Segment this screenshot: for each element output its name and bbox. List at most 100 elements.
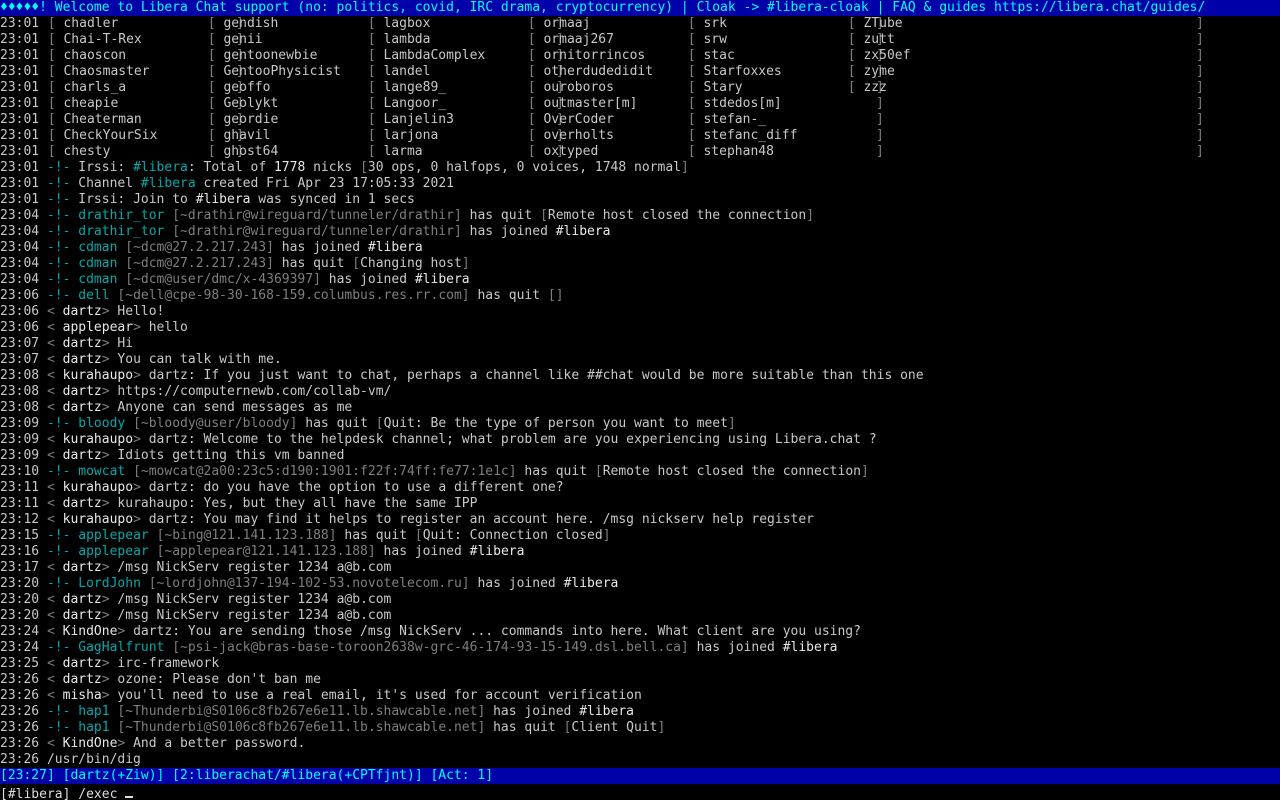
event-line: 23:06 -!- dell [~dell@cpe-98-30-168-159.… (0, 288, 1280, 304)
nick-entry[interactable]: [ geordie] (200, 112, 564, 128)
nick-entry[interactable]: [ chesty] (40, 144, 244, 160)
nick-entry[interactable]: [ LambdaComplex] (360, 48, 884, 64)
message-nick[interactable]: kurahaupo (63, 480, 133, 495)
event-text: [ (375, 416, 384, 431)
timestamp: 23:26 (0, 752, 40, 767)
nick-entry[interactable]: [ stdedos[m]] (680, 96, 840, 112)
nick-entry[interactable]: [ overholts] (520, 128, 1204, 144)
bracket: [ (680, 16, 704, 31)
bracket: [ (200, 112, 224, 127)
nick-entry[interactable]: [ srk] (680, 16, 840, 32)
message-nick[interactable]: applepear (63, 320, 133, 335)
nick-entry[interactable]: [ srw] (680, 32, 840, 48)
nick-entry[interactable]: [ genii] (200, 32, 564, 48)
event-text: [~mowcat@2a00:23c5:d190:1901:f22f:74ff:f… (133, 464, 517, 479)
nick-entry[interactable]: [ gendish] (200, 16, 564, 32)
bracket: ] (1196, 80, 1204, 95)
nick-entry[interactable]: [ ormaaj] (520, 16, 1204, 32)
timestamp: 23:01 (0, 64, 40, 79)
nick-entry[interactable]: [ lambda] (360, 32, 884, 48)
nick-entry[interactable]: [ GentooPhysicist] (200, 64, 564, 80)
nick-entry[interactable]: [ chadler] (40, 16, 244, 32)
input-line[interactable]: [#libera] /exec (0, 784, 1280, 800)
event-text: cdman (78, 256, 118, 271)
nick-entry[interactable]: [ landel] (360, 64, 884, 80)
nick-entry[interactable]: [ CheckYourSix] (40, 128, 244, 144)
nick-entry[interactable]: [ ZTube] (840, 16, 1000, 32)
nick-entry[interactable]: [ zzz] (840, 80, 1000, 96)
nick-entry[interactable]: [ ormaaj267] (520, 32, 1204, 48)
nick-entry[interactable]: [ stefanc_diff] (680, 128, 840, 144)
message-nick[interactable]: dartz (63, 448, 102, 463)
nick-entry[interactable]: [ zx50ef] (840, 48, 1000, 64)
message-nick[interactable]: dartz (63, 304, 102, 319)
nick-entry[interactable]: [ Stary] (680, 80, 840, 96)
event-text: has quit (273, 256, 353, 271)
nick-entry[interactable]: [ lange89_] (360, 80, 884, 96)
nick-entry[interactable]: [ Geolykt] (200, 96, 564, 112)
nick-entry[interactable]: [ gentoonewbie] (200, 48, 564, 64)
bracket: [ (520, 112, 544, 127)
nick-entry[interactable]: [ ornitorrincos] (520, 48, 1204, 64)
nick-entry[interactable]: [ zutt] (840, 32, 1000, 48)
nick-name: stac (703, 48, 735, 63)
nick-entry[interactable]: [ larjona] (360, 128, 884, 144)
nick-entry[interactable]: [ Lanjelin3] (360, 112, 884, 128)
nick-entry[interactable]: [ stefan-_] (680, 112, 840, 128)
timestamp: 23:01 (0, 160, 40, 175)
timestamp: 23:01 (0, 48, 40, 63)
message-nick[interactable]: kurahaupo (63, 368, 133, 383)
nick-entry[interactable]: [ chaoscon] (40, 48, 244, 64)
timestamp: 23:26 (0, 704, 40, 719)
nick-entry[interactable]: [ lagbox] (360, 16, 884, 32)
nick-entry[interactable]: [ oxtyped] (520, 144, 1204, 160)
nick-entry[interactable]: [ OverCoder] (520, 112, 1204, 128)
message-nick[interactable]: dartz (63, 400, 102, 415)
nick-entry[interactable]: [ stephan48] (680, 144, 840, 160)
event-marker: -!- (39, 192, 79, 207)
bracket: ] (1196, 64, 1204, 79)
nick-entry[interactable]: [ geoffo] (200, 80, 564, 96)
nick-entry[interactable]: [ outmaster[m]] (520, 96, 1204, 112)
timestamp: 23:12 (0, 512, 40, 527)
message-nick[interactable]: dartz (63, 560, 102, 575)
nick-entry[interactable]: [ zyme] (840, 64, 1000, 80)
nick-bracket: > (101, 560, 118, 575)
nick-entry[interactable]: [ ouroboros] (520, 80, 1204, 96)
event-text: ] (727, 416, 736, 431)
message-nick[interactable]: KindOne (63, 736, 118, 751)
message-nick[interactable]: dartz (63, 608, 102, 623)
nick-entry[interactable]: [ larma] (360, 144, 884, 160)
nick-entry[interactable]: [ charls_a] (40, 80, 244, 96)
message-nick[interactable]: KindOne (63, 624, 118, 639)
nick-name: zzz (863, 80, 887, 95)
nick-entry[interactable]: [ Chai-T-Rex] (40, 32, 244, 48)
nick-bracket: > (133, 480, 149, 495)
message-nick[interactable]: kurahaupo (63, 432, 133, 447)
message-nick[interactable]: dartz (63, 656, 102, 671)
message-nick[interactable]: dartz (63, 496, 102, 511)
bracket: ] (1196, 16, 1204, 31)
nick-entry[interactable]: [ otherdudedidit] (520, 64, 1204, 80)
message-nick[interactable]: misha (63, 688, 102, 703)
nick-entry[interactable]: [ Chaosmaster] (40, 64, 244, 80)
command-input[interactable]: /exec (78, 787, 125, 800)
message-nick[interactable]: dartz (63, 336, 102, 351)
nick-entry[interactable]: [ ghavil] (200, 128, 564, 144)
message-nick[interactable]: kurahaupo (63, 512, 133, 527)
nick-entry[interactable]: [ Starfoxxes] (680, 64, 840, 80)
nick-entry[interactable]: [ cheapie] (40, 96, 244, 112)
nick-entry[interactable]: [ Cheaterman] (40, 112, 244, 128)
message-nick[interactable]: dartz (63, 352, 102, 367)
nick-entry[interactable]: [ ghost64] (200, 144, 564, 160)
nick-entry[interactable]: [ Langoor_] (360, 96, 884, 112)
nick-name: zx50ef (863, 48, 911, 63)
bracket: [ (520, 96, 544, 111)
event-text: #libera (367, 240, 423, 255)
message-nick[interactable]: dartz (63, 592, 102, 607)
nick-entry[interactable]: [ stac] (680, 48, 840, 64)
timestamp: 23:26 (0, 688, 40, 703)
message-nick[interactable]: dartz (63, 384, 102, 399)
nick-bracket: < (39, 672, 63, 687)
message-nick[interactable]: dartz (63, 672, 102, 687)
